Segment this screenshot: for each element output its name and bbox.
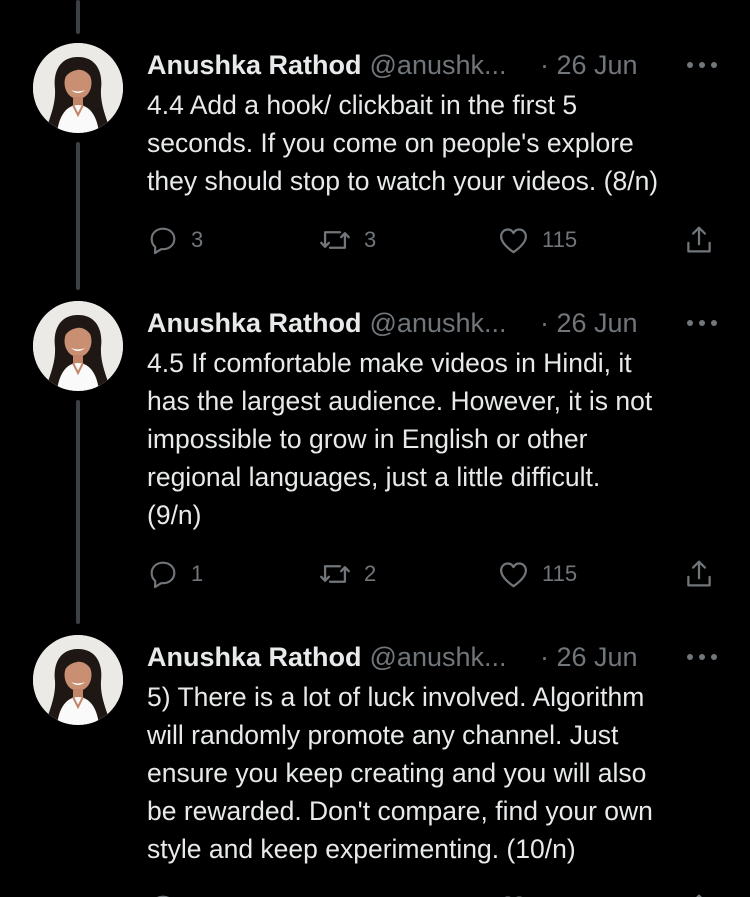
reply-button[interactable]: 1: [147, 554, 203, 594]
author-name[interactable]: Anushka Rathod: [147, 308, 362, 338]
avatar[interactable]: [33, 43, 123, 133]
reply-icon: [156, 895, 170, 897]
retweet-icon: [320, 565, 350, 583]
heart-icon: [500, 561, 527, 587]
avatar[interactable]: [33, 635, 123, 725]
tweet-text: 4.5 If comfortable make videos in Hindi,…: [147, 348, 653, 530]
share-button[interactable]: [682, 554, 716, 594]
tweet-header: Anushka Rathod @anushk... · 26 Jun: [147, 48, 750, 82]
reply-icon: [150, 561, 176, 589]
like-button[interactable]: [497, 888, 530, 897]
retweet-button[interactable]: 3: [318, 220, 376, 260]
tweet-text: 4.4 Add a hook/ clickbait in the first 5…: [147, 90, 659, 196]
retweet-count: 2: [364, 561, 377, 586]
retweet-button[interactable]: [318, 888, 352, 897]
like-button[interactable]: 115: [497, 554, 577, 594]
tweet-text: 5) There is a lot of luck involved. Algo…: [147, 682, 653, 864]
more-icon[interactable]: [687, 652, 717, 662]
author-name[interactable]: Anushka Rathod: [147, 642, 362, 672]
tweet-actions: 3 3 115: [0, 220, 750, 260]
like-count: 115: [542, 227, 578, 252]
like-count: 115: [542, 561, 578, 586]
share-icon: [687, 560, 711, 587]
tweet-date[interactable]: · 26 Jun: [540, 640, 638, 674]
like-button[interactable]: 115: [497, 220, 577, 260]
tweet[interactable]: Anushka Rathod @anushk... · 26 Jun 4.5 If…: [0, 301, 750, 621]
reply-button[interactable]: 3: [147, 220, 203, 260]
tweet[interactable]: Anushka Rathod @anushk... · 26 Jun 4.4 Ad…: [0, 43, 750, 273]
retweet-icon: [318, 891, 352, 897]
retweet-button[interactable]: 2: [318, 554, 376, 594]
tweet-actions: [0, 888, 750, 897]
author-name[interactable]: Anushka Rathod: [147, 50, 362, 80]
tweet-date[interactable]: · 26 Jun: [540, 306, 638, 340]
tweet-actions: 1 2 115: [0, 554, 750, 594]
share-button[interactable]: [682, 220, 716, 260]
avatar[interactable]: [33, 301, 123, 391]
share-icon: [687, 226, 711, 253]
reply-count: 1: [191, 561, 204, 586]
reply-button[interactable]: [147, 888, 179, 897]
share-icon: [696, 894, 702, 897]
more-icon[interactable]: [687, 60, 717, 70]
author-handle[interactable]: @anushk...: [370, 50, 507, 80]
tweet[interactable]: Anushka Rathod @anushk... · 26 Jun 5) The…: [0, 635, 750, 897]
reply-icon: [150, 227, 176, 255]
retweet-icon: [320, 231, 350, 249]
thread-line-top: [76, 0, 80, 34]
tweet-header: Anushka Rathod @anushk... · 26 Jun: [147, 640, 750, 674]
retweet-count: 3: [364, 227, 377, 252]
reply-count: 3: [191, 227, 204, 252]
more-icon[interactable]: [687, 318, 717, 328]
heart-icon: [503, 895, 524, 897]
share-button[interactable]: [682, 888, 716, 897]
tweet-date[interactable]: · 26 Jun: [540, 48, 638, 82]
tweet-header: Anushka Rathod @anushk... · 26 Jun: [147, 306, 750, 340]
author-handle[interactable]: @anushk...: [370, 642, 507, 672]
heart-icon: [500, 227, 527, 253]
author-handle[interactable]: @anushk...: [370, 308, 507, 338]
